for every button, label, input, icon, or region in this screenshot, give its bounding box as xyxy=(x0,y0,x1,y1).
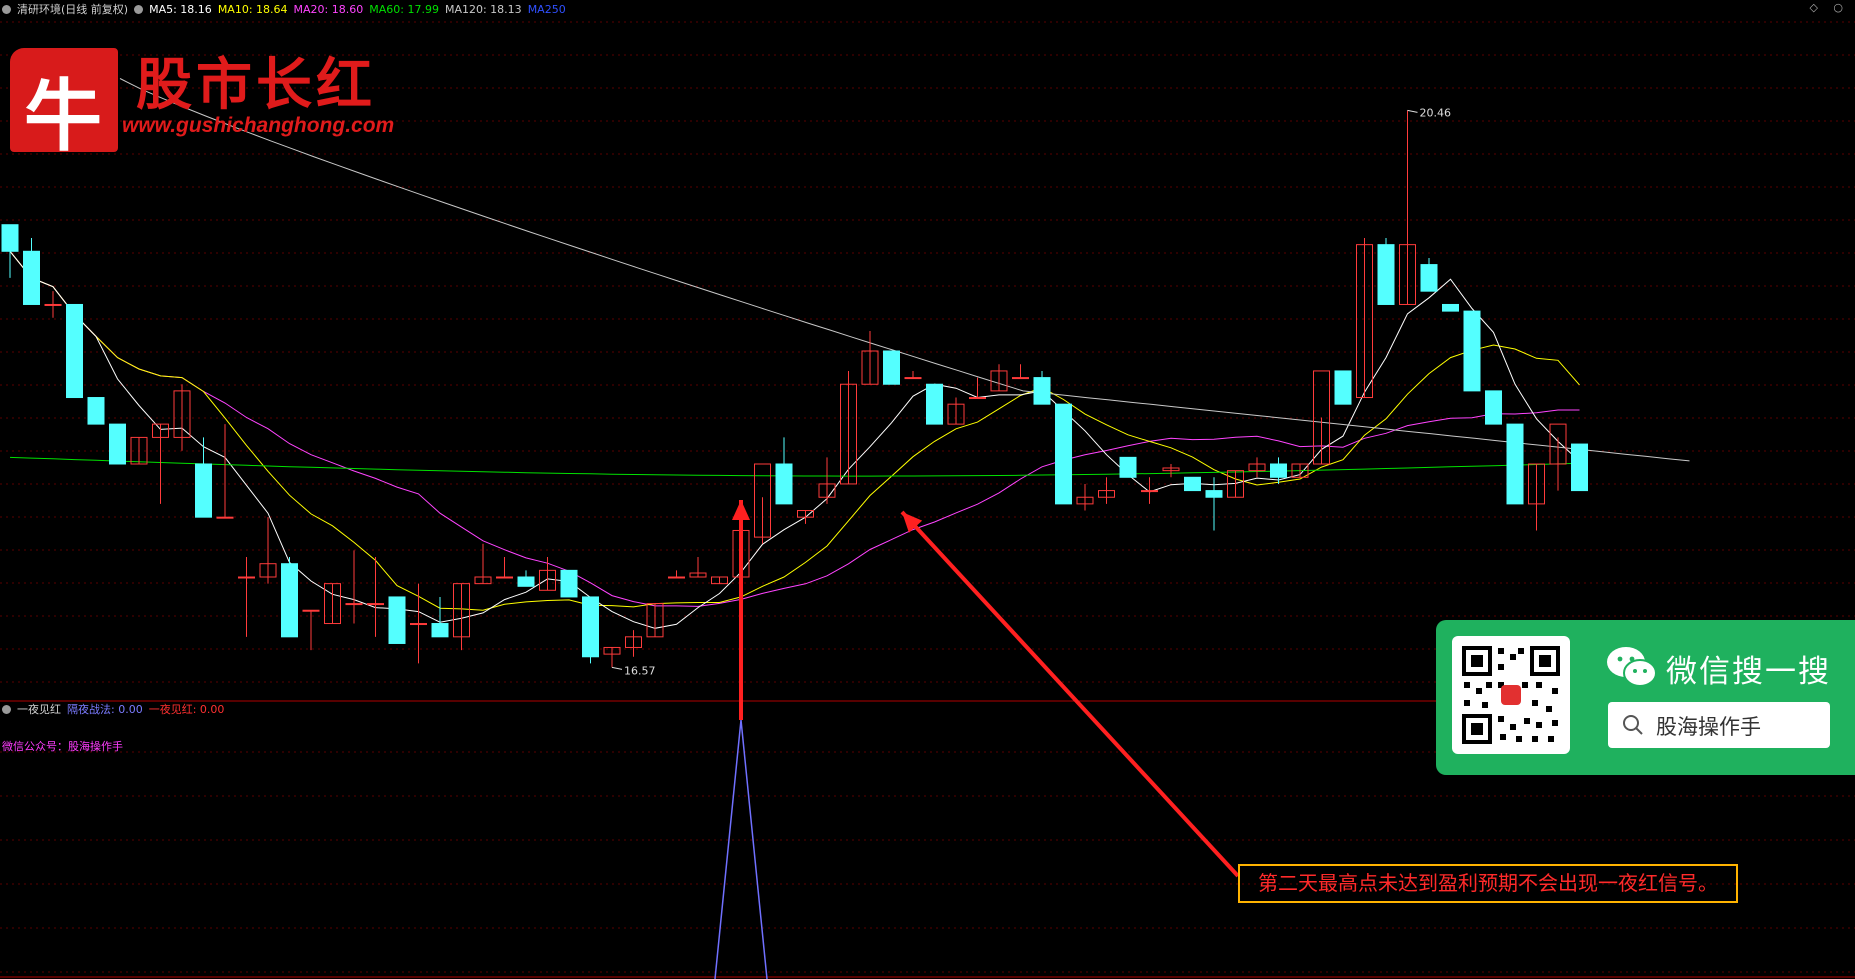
candle-body xyxy=(388,596,406,644)
wechat-title: 微信搜一搜 xyxy=(1666,654,1831,690)
candle-body xyxy=(1119,456,1137,478)
wechat-search-box[interactable]: 股海操作手 xyxy=(1608,702,1830,748)
candle-body xyxy=(281,563,298,638)
candle-body xyxy=(668,576,685,579)
candle-body xyxy=(1033,377,1051,405)
candle-body xyxy=(1205,490,1223,498)
candle-body xyxy=(1571,443,1588,492)
window-controls[interactable]: ◇ ○ xyxy=(1809,1,1849,14)
candle-body xyxy=(904,377,922,380)
candle-body xyxy=(1506,423,1524,505)
chart-header: 清研环境(日线 前复权) MA5: 18.16 MA10: 18.64 MA20: 1… xyxy=(2,1,572,17)
candle-body xyxy=(517,576,535,587)
logo-badge: 牛 xyxy=(10,48,118,162)
watermark-logo: 牛 股市长红 www.gushichanghong.com xyxy=(10,40,420,162)
candle-body xyxy=(1184,476,1201,492)
stock-title: 清研环境(日线 前复权) xyxy=(17,3,129,16)
candle-body xyxy=(367,603,384,606)
candle-body xyxy=(431,623,449,638)
candle-body xyxy=(1377,244,1395,305)
arrow-vertical-head xyxy=(732,500,750,520)
indicator-label-2: 一夜见红: 0.00 xyxy=(148,703,225,716)
candle-body xyxy=(1334,370,1352,405)
candle-body xyxy=(302,609,320,612)
wechat-search-text: 股海操作手 xyxy=(1656,715,1761,739)
candle-body xyxy=(1442,303,1459,312)
arrow-diagonal xyxy=(900,510,1240,878)
ma10-label: MA10: 18.64 xyxy=(217,3,288,16)
candle-body xyxy=(926,383,943,425)
candle-body xyxy=(1012,377,1029,380)
ma60-line xyxy=(9,456,1580,477)
candle-body xyxy=(87,397,105,425)
wechat-search-banner: 微信搜一搜 股海操作手 xyxy=(1436,620,1855,775)
candle-body xyxy=(496,576,513,579)
candle-body xyxy=(410,623,427,626)
signal-spike xyxy=(714,719,768,979)
candle-body xyxy=(1463,310,1481,392)
candle-body xyxy=(1485,390,1502,425)
ma20-label: MA20: 18.60 xyxy=(293,3,364,16)
qr-code xyxy=(1452,636,1570,754)
candle-body xyxy=(1,224,19,252)
logo-url: www.gushichanghong.com xyxy=(122,114,395,137)
candle-body xyxy=(238,576,255,579)
high-label: 20.46 xyxy=(1420,106,1452,119)
logo-title: 股市长红 xyxy=(136,52,376,118)
candle-body xyxy=(23,250,40,305)
candle-body xyxy=(969,397,986,400)
wechat-icon xyxy=(1607,647,1657,687)
ma20-line xyxy=(9,250,1580,607)
ma5-label: MA5: 18.16 xyxy=(149,3,212,16)
settings-icon[interactable] xyxy=(134,5,144,14)
ma10-line xyxy=(9,250,1580,611)
candle-body xyxy=(1420,264,1438,292)
candle-body xyxy=(560,569,578,598)
candle-body xyxy=(345,603,363,606)
candle-body xyxy=(1055,403,1072,505)
low-marker xyxy=(611,666,623,670)
candle-body xyxy=(44,303,62,306)
indicator-collapse-icon[interactable] xyxy=(2,705,11,714)
high-marker xyxy=(1407,109,1418,113)
logo-glyph: 牛 xyxy=(24,71,103,162)
wechat-account-note: 微信公众号：股海操作手 xyxy=(2,740,123,753)
search-icon xyxy=(1623,715,1643,735)
candle-body xyxy=(195,463,212,518)
ma120-label: MA120: 18.13 xyxy=(444,3,522,16)
candle-body xyxy=(66,303,83,399)
candle-body xyxy=(1270,463,1287,478)
candle-body xyxy=(883,350,900,385)
ma250-label: MA250 xyxy=(527,3,566,16)
annotation-note: 第二天最高点未达到盈利预期不会出现一夜红信号。 xyxy=(1238,864,1738,903)
indicator-label-1: 隔夜战法: 0.00 xyxy=(67,703,143,716)
ma60-label: MA60: 17.99 xyxy=(369,3,439,16)
candle-body xyxy=(1141,490,1158,493)
candle-body xyxy=(775,463,793,505)
candle-body xyxy=(582,596,599,658)
candle-body xyxy=(216,516,234,519)
indicator-name: 一夜见红 xyxy=(17,703,61,716)
collapse-icon[interactable] xyxy=(2,5,11,14)
indicator-header: 一夜见红 隔夜战法: 0.00 一夜见红: 0.00 xyxy=(2,701,230,717)
ma5-line xyxy=(9,250,1580,629)
qr-code-icon xyxy=(1462,646,1560,744)
low-label: 16.57 xyxy=(624,664,656,677)
candle-body xyxy=(109,423,126,465)
